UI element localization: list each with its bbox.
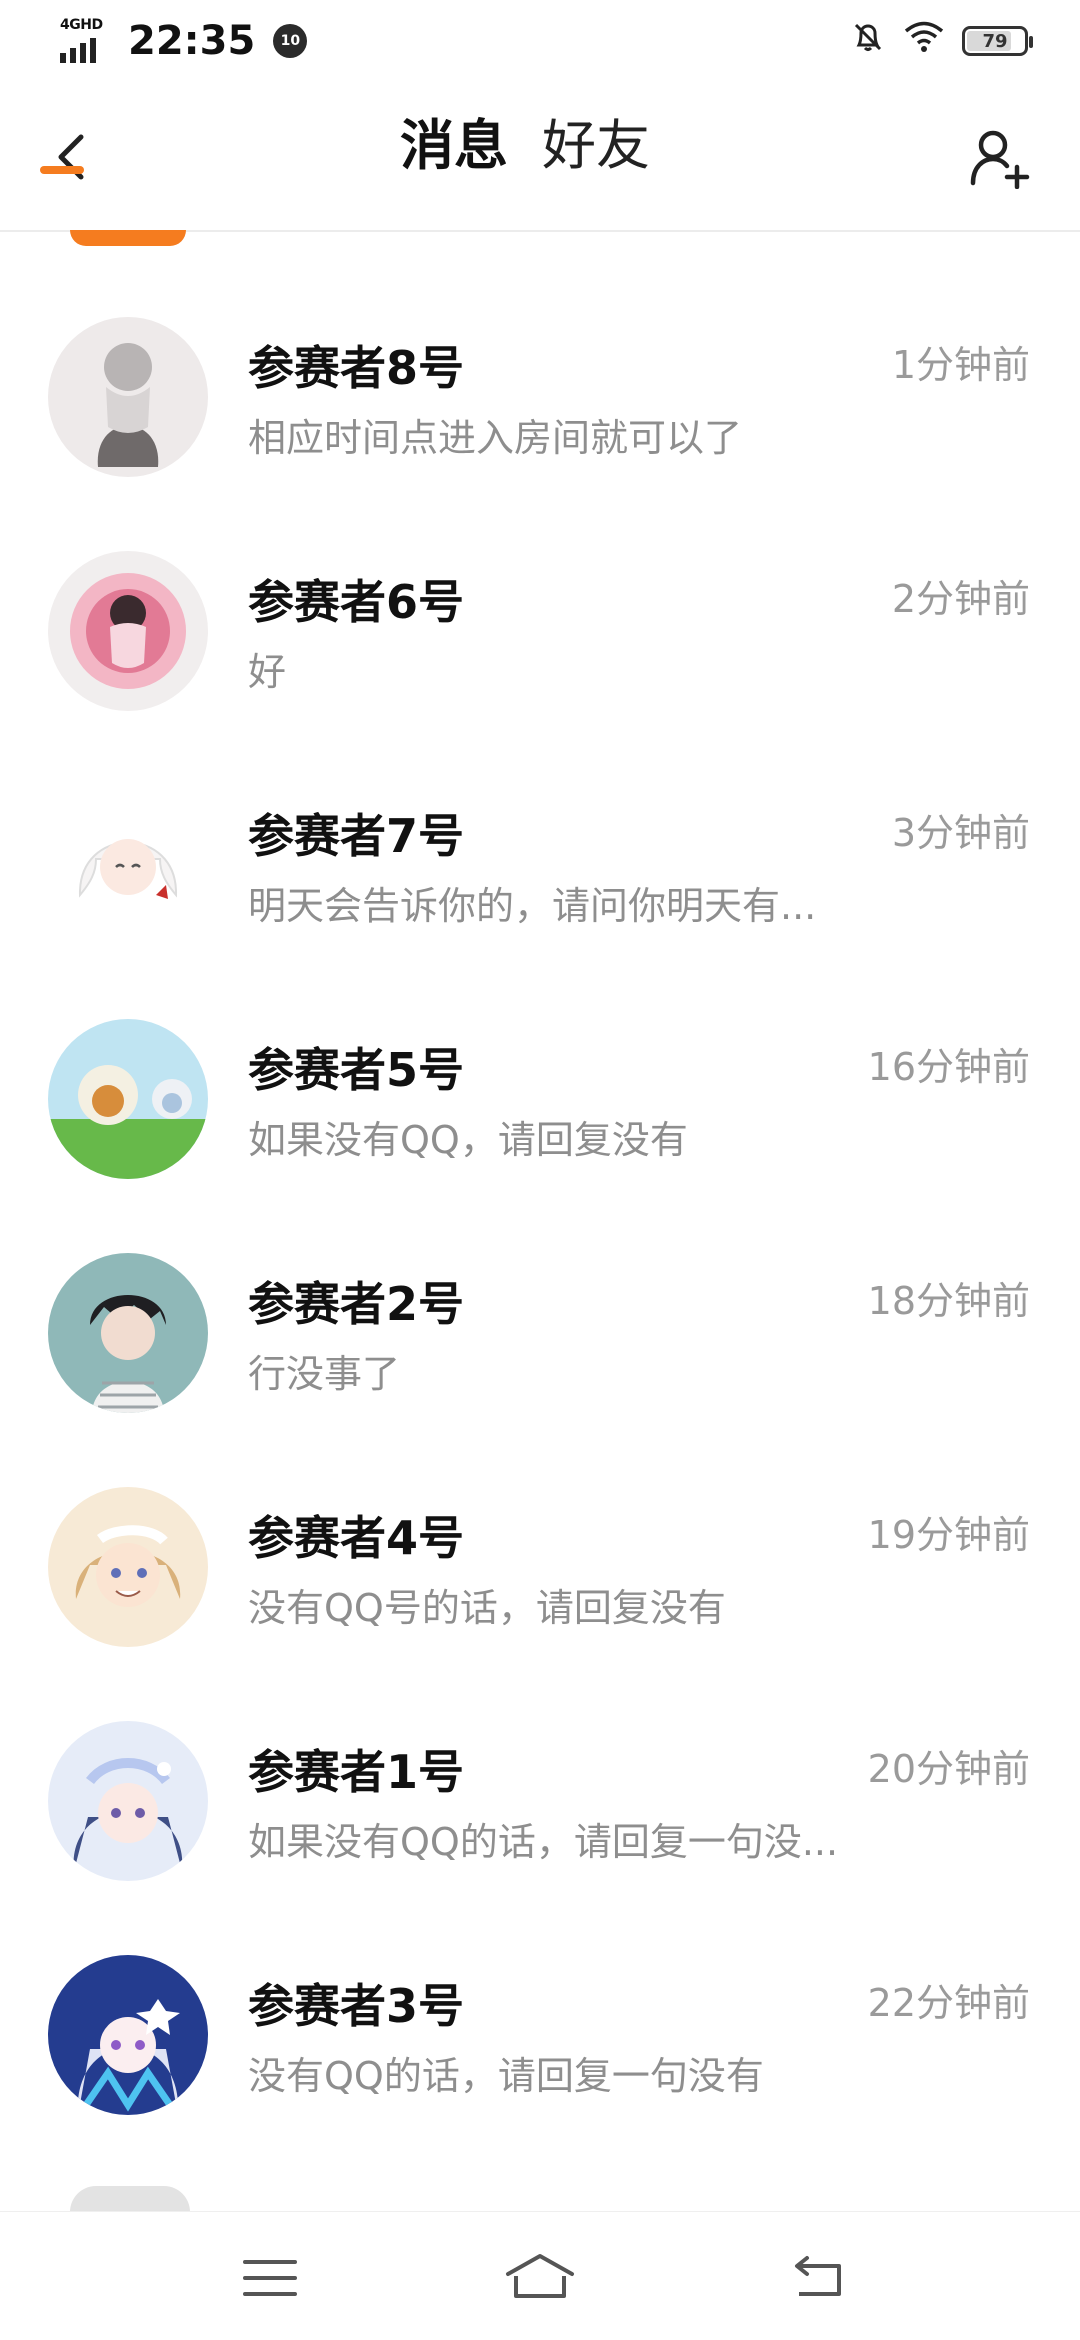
contact-name: 参赛者5号 — [248, 1043, 465, 1097]
message-item[interactable]: 参赛者8号 1分钟前 相应时间点进入房间就可以了 — [0, 232, 1080, 477]
home-icon — [506, 2254, 574, 2298]
contact-name: 参赛者7号 — [248, 809, 465, 863]
avatar-icon — [48, 551, 208, 711]
message-item[interactable]: 参赛者7号 3分钟前 明天会告诉你的，请问你明天有... — [0, 700, 1080, 945]
message-list: 参赛者8号 1分钟前 相应时间点进入房间就可以了 参赛者6号 2分钟前 好 参赛… — [0, 232, 1080, 2212]
avatar — [48, 1487, 208, 1647]
avatar — [48, 1721, 208, 1881]
message-preview: 好 — [248, 650, 287, 694]
add-friend-button[interactable] — [964, 122, 1036, 194]
return-button[interactable] — [780, 2238, 860, 2318]
avatar — [48, 317, 208, 477]
avatar — [48, 785, 208, 945]
contact-name: 参赛者3号 — [248, 1979, 465, 2033]
partial-next-avatar — [70, 2186, 190, 2212]
tab-friends[interactable]: 好友 — [542, 116, 650, 176]
message-item[interactable]: 参赛者2号 18分钟前 行没事了 — [0, 1168, 1080, 1413]
avatar — [48, 1019, 208, 1179]
status-left: 4GHD 22:35 10 — [60, 17, 308, 64]
message-item[interactable]: 参赛者3号 22分钟前 没有QQ的话，请回复一句没有 — [0, 1870, 1080, 2115]
message-preview: 如果没有QQ的话，请回复一句没... — [248, 1820, 839, 1864]
message-preview: 行没事了 — [248, 1352, 401, 1396]
message-time: 16分钟前 — [867, 1045, 1030, 1089]
message-preview: 没有QQ号的话，请回复没有 — [248, 1586, 726, 1630]
message-item[interactable]: 参赛者1号 20分钟前 如果没有QQ的话，请回复一句没... — [0, 1636, 1080, 1881]
menu-button[interactable] — [230, 2238, 310, 2318]
chevron-left-icon — [58, 134, 84, 180]
return-icon — [795, 2256, 841, 2296]
menu-icon — [243, 2260, 297, 2296]
battery-icon: 79 — [962, 26, 1033, 56]
active-tab-indicator — [40, 166, 84, 174]
tab-messages[interactable]: 消息 — [400, 116, 508, 176]
message-item[interactable]: 参赛者4号 19分钟前 没有QQ号的话，请回复没有 — [0, 1402, 1080, 1647]
status-right: 79 — [850, 19, 1033, 64]
status-time: 22:35 — [128, 18, 256, 64]
avatar-icon — [48, 785, 208, 945]
contact-name: 参赛者6号 — [248, 575, 465, 629]
signal-bars-icon — [60, 38, 96, 63]
wifi-icon — [904, 19, 944, 63]
message-item[interactable]: 参赛者6号 2分钟前 好 — [0, 466, 1080, 711]
message-time: 1分钟前 — [891, 343, 1030, 387]
contact-name: 参赛者4号 — [248, 1511, 465, 1565]
message-time: 20分钟前 — [867, 1747, 1030, 1791]
message-time: 18分钟前 — [867, 1279, 1030, 1323]
battery-level: 79 — [982, 30, 1008, 52]
mute-bell-icon — [850, 19, 886, 64]
header-tabs: 消息 好友 — [400, 116, 650, 176]
notification-badge: 10 — [273, 24, 308, 58]
avatar-icon — [48, 1019, 208, 1179]
avatar — [48, 1955, 208, 2115]
message-time: 19分钟前 — [867, 1513, 1030, 1557]
contact-name: 参赛者1号 — [248, 1745, 465, 1799]
avatar-icon — [48, 1253, 208, 1413]
contact-name: 参赛者2号 — [248, 1277, 465, 1331]
back-button[interactable] — [36, 122, 106, 192]
message-item[interactable]: 参赛者5号 16分钟前 如果没有QQ，请回复没有 — [0, 934, 1080, 1179]
app-header: 消息 好友 — [0, 82, 1080, 232]
message-time: 2分钟前 — [891, 577, 1030, 621]
home-button[interactable] — [500, 2238, 580, 2318]
message-preview: 相应时间点进入房间就可以了 — [248, 416, 743, 460]
message-preview: 如果没有QQ，请回复没有 — [248, 1118, 688, 1162]
contact-name: 参赛者8号 — [248, 341, 465, 395]
signal-indicator: 4GHD — [60, 17, 110, 63]
message-preview: 没有QQ的话，请回复一句没有 — [248, 2054, 764, 2098]
system-navigation-bar — [0, 2211, 1080, 2340]
avatar-icon — [48, 317, 208, 477]
avatar — [48, 1253, 208, 1413]
status-bar: 4GHD 22:35 10 79 — [0, 0, 1080, 82]
avatar — [48, 551, 208, 711]
avatar-icon — [48, 1721, 208, 1881]
network-label: 4GHD — [60, 17, 103, 33]
message-time: 3分钟前 — [891, 811, 1030, 855]
avatar-icon — [48, 1487, 208, 1647]
avatar-icon — [48, 1955, 208, 2115]
message-preview: 明天会告诉你的，请问你明天有... — [248, 884, 817, 928]
message-time: 22分钟前 — [867, 1981, 1030, 2025]
add-user-icon — [970, 130, 1030, 189]
